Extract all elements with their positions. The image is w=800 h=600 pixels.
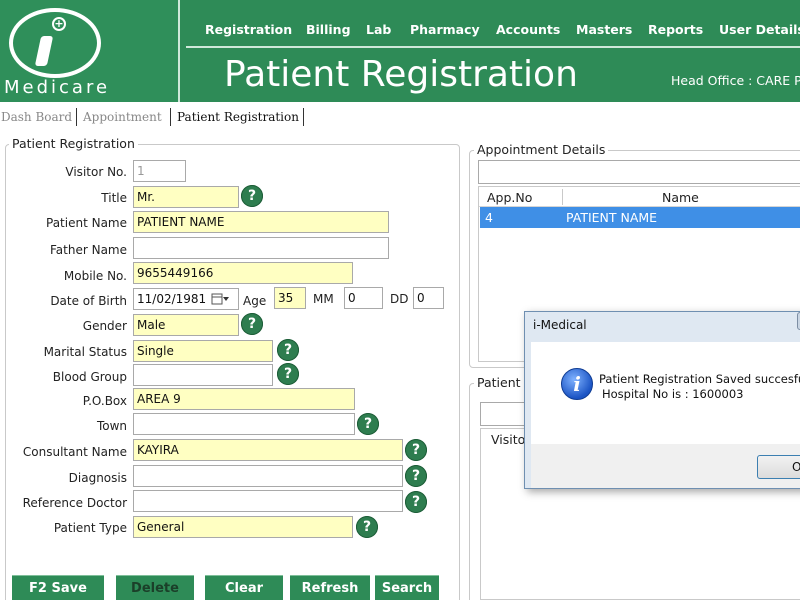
dialog-message-line2: Hospital No is : 1600003 bbox=[602, 387, 744, 401]
refresh-button[interactable]: Refresh bbox=[290, 575, 370, 600]
mm-field[interactable]: 0 bbox=[344, 287, 383, 309]
menu-billing[interactable]: Billing bbox=[306, 22, 351, 37]
tab-divider bbox=[76, 108, 77, 126]
clear-button[interactable]: Clear bbox=[205, 575, 283, 600]
mobile-no-field[interactable]: 9655449166 bbox=[133, 262, 353, 284]
dialog-message: Patient Registration Saved succesfully H… bbox=[599, 372, 800, 402]
page-title: Patient Registration bbox=[224, 54, 578, 95]
blood-group-select[interactable] bbox=[133, 364, 273, 386]
menu-registration[interactable]: Registration bbox=[205, 22, 292, 37]
registration-legend: Patient Registration bbox=[9, 136, 138, 151]
title-label: Title bbox=[101, 191, 127, 205]
menu-accounts[interactable]: Accounts bbox=[496, 22, 560, 37]
main-menu: Registration Billing Lab Pharmacy Accoun… bbox=[186, 14, 800, 44]
blood-group-help-icon[interactable]: ? bbox=[277, 363, 299, 385]
tab-patient-registration[interactable]: Patient Registration bbox=[177, 110, 299, 124]
tab-dashboard[interactable]: Dash Board bbox=[1, 110, 72, 124]
dialog-message-line1: Patient Registration Saved succesfully bbox=[599, 372, 800, 386]
menu-masters[interactable]: Masters bbox=[576, 22, 632, 37]
title-help-icon[interactable]: ? bbox=[241, 185, 263, 207]
visitor-no-label: Visitor No. bbox=[65, 165, 127, 179]
dd-label: DD bbox=[390, 292, 409, 306]
menu-divider bbox=[186, 46, 800, 48]
patient-name-field[interactable]: PATIENT NAME bbox=[133, 211, 389, 233]
age-label: Age bbox=[243, 294, 267, 308]
mm-label: MM bbox=[313, 292, 334, 306]
tab-divider bbox=[170, 108, 171, 126]
row-app-no: 4 bbox=[485, 210, 493, 225]
header-bar: + Medicare Registration Billing Lab Phar… bbox=[0, 0, 800, 102]
patient-type-label: Patient Type bbox=[53, 521, 127, 535]
consultant-name-label: Consultant Name bbox=[22, 445, 127, 459]
column-divider bbox=[562, 189, 563, 205]
app-window: + Medicare Registration Billing Lab Phar… bbox=[0, 0, 800, 600]
dialog-body: i Patient Registration Saved succesfully… bbox=[531, 342, 800, 444]
appointment-legend: Appointment Details bbox=[474, 142, 609, 157]
gender-select[interactable]: Male bbox=[133, 314, 239, 336]
patient-type-select[interactable]: General bbox=[133, 516, 353, 538]
mobile-no-label: Mobile No. bbox=[63, 269, 127, 283]
column-name[interactable]: Name bbox=[662, 190, 699, 205]
reference-doctor-field[interactable] bbox=[133, 490, 403, 512]
menu-reports[interactable]: Reports bbox=[648, 22, 703, 37]
logo-text: Medicare bbox=[4, 77, 111, 98]
town-field[interactable] bbox=[133, 413, 355, 435]
patient-type-help-icon[interactable]: ? bbox=[356, 516, 378, 538]
po-box-field[interactable]: AREA 9 bbox=[133, 388, 355, 410]
column-visitor[interactable]: Visito bbox=[491, 432, 525, 447]
table-row[interactable]: 4 PATIENT NAME bbox=[480, 207, 800, 228]
row-name: PATIENT NAME bbox=[566, 210, 658, 225]
diagnosis-label: Diagnosis bbox=[68, 471, 127, 485]
gender-label: Gender bbox=[82, 319, 127, 333]
marital-status-help-icon[interactable]: ? bbox=[277, 339, 299, 361]
age-field[interactable]: 35 bbox=[274, 287, 306, 309]
menu-user-details[interactable]: User Details bbox=[719, 22, 800, 37]
patient-panel-legend: Patient bbox=[474, 375, 524, 390]
search-button[interactable]: Search bbox=[375, 575, 439, 600]
column-app-no[interactable]: App.No bbox=[487, 190, 532, 205]
town-help-icon[interactable]: ? bbox=[357, 413, 379, 435]
delete-button[interactable]: Delete bbox=[116, 575, 194, 600]
logo-plus-icon: + bbox=[52, 17, 66, 31]
dob-value: 11/02/1981 bbox=[137, 292, 207, 306]
marital-status-label: Marital Status bbox=[43, 345, 127, 359]
blood-group-label: Blood Group bbox=[52, 370, 127, 384]
reference-doctor-help-icon[interactable]: ? bbox=[405, 491, 427, 513]
dialog-title: i-Medical bbox=[533, 318, 587, 332]
logo: + Medicare bbox=[0, 0, 180, 102]
consultant-name-field[interactable]: KAYIRA bbox=[133, 439, 403, 461]
dob-label: Date of Birth bbox=[50, 294, 127, 308]
title-select[interactable]: Mr. bbox=[133, 186, 239, 208]
info-icon: i bbox=[561, 368, 593, 400]
tab-divider bbox=[303, 108, 304, 126]
consultant-name-help-icon[interactable]: ? bbox=[405, 439, 427, 461]
head-office-label: Head Office : CARE P bbox=[671, 73, 800, 88]
dd-field[interactable]: 0 bbox=[413, 287, 444, 309]
message-dialog: i-Medical i Patient Registration Saved s… bbox=[524, 311, 800, 489]
ok-button[interactable]: OK bbox=[757, 455, 800, 479]
menu-lab[interactable]: Lab bbox=[366, 22, 391, 37]
calendar-dropdown-icon[interactable] bbox=[211, 292, 229, 306]
dialog-footer: OK bbox=[531, 444, 800, 488]
tab-appointment[interactable]: Appointment bbox=[83, 110, 162, 124]
father-name-label: Father Name bbox=[50, 243, 127, 257]
appointment-filter-field[interactable] bbox=[478, 160, 800, 184]
diagnosis-help-icon[interactable]: ? bbox=[405, 465, 427, 487]
patient-name-label: Patient Name bbox=[46, 216, 127, 230]
visitor-no-field[interactable]: 1 bbox=[133, 160, 186, 182]
save-button[interactable]: F2 Save bbox=[12, 575, 104, 600]
reference-doctor-label: Reference Doctor bbox=[22, 496, 127, 510]
menu-pharmacy[interactable]: Pharmacy bbox=[410, 22, 480, 37]
marital-status-select[interactable]: Single bbox=[133, 340, 273, 362]
diagnosis-field[interactable] bbox=[133, 465, 403, 487]
po-box-label: P.O.Box bbox=[82, 394, 127, 408]
father-name-field[interactable] bbox=[133, 237, 389, 259]
town-label: Town bbox=[96, 419, 127, 433]
gender-help-icon[interactable]: ? bbox=[241, 313, 263, 335]
